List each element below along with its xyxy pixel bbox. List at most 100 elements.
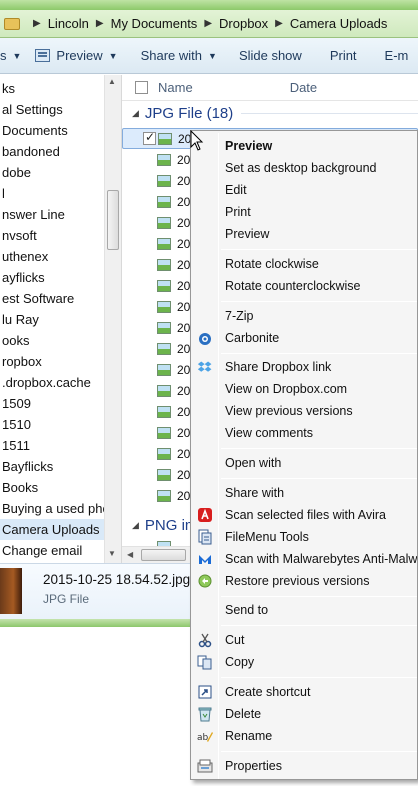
scroll-left-icon[interactable]: ◀ — [127, 550, 133, 559]
breadcrumb-lincoln[interactable]: Lincoln — [48, 16, 89, 31]
sidebar-item[interactable]: lu Ray — [0, 309, 121, 330]
menu-item-scan-avira[interactable]: Scan selected files with Avira — [191, 504, 417, 526]
sidebar-item[interactable]: l — [0, 183, 121, 204]
menu-item-view-comments[interactable]: View comments — [191, 422, 417, 444]
menu-item-rename[interactable]: ab Rename — [191, 725, 417, 747]
avira-icon — [197, 507, 213, 523]
menu-item-scan-malwarebytes[interactable]: Scan with Malwarebytes Anti-Malw — [191, 548, 418, 570]
menu-item-cut[interactable]: Cut — [191, 629, 417, 651]
print-button[interactable]: Print — [330, 48, 357, 63]
sidebar-item[interactable]: al Settings — [0, 99, 121, 120]
menu-item-send-to[interactable]: Send to — [191, 599, 417, 621]
sidebar-item[interactable]: est Software — [0, 288, 121, 309]
menu-item-delete[interactable]: Delete — [191, 703, 417, 725]
slide-show-button[interactable]: Slide show — [239, 48, 302, 63]
menu-item-create-shortcut[interactable]: Create shortcut — [191, 681, 417, 703]
details-filetype: JPG File — [43, 592, 90, 606]
organize-button[interactable]: s ▼ — [0, 48, 21, 63]
mouse-cursor-icon — [190, 130, 204, 151]
menu-item-copy[interactable]: Copy — [191, 651, 417, 673]
menu-item-share-dropbox-link[interactable]: Share Dropbox link — [191, 356, 417, 378]
scrollbar-thumb[interactable] — [141, 549, 186, 561]
breadcrumb-camera-uploads[interactable]: Camera Uploads — [290, 16, 388, 31]
folder-icon — [4, 17, 20, 30]
menu-item-preview-default[interactable]: Preview — [191, 135, 417, 157]
sidebar-item[interactable]: bandoned — [0, 141, 121, 162]
sidebar-item[interactable]: Books — [0, 477, 121, 498]
collapse-triangle-icon[interactable]: ◢ — [132, 520, 139, 531]
sidebar-item[interactable]: 1510 — [0, 414, 121, 435]
menu-item-7zip[interactable]: 7-Zip — [191, 305, 417, 327]
sidebar-item[interactable]: ooks — [0, 330, 121, 351]
menu-item-label: Share with — [225, 486, 285, 500]
scroll-down-icon[interactable]: ▼ — [108, 549, 116, 558]
chevron-right-icon[interactable]: ▶ — [204, 18, 212, 29]
menu-item-open-with[interactable]: Open with — [191, 452, 417, 474]
sidebar-item[interactable]: nvsoft — [0, 225, 121, 246]
menu-item-label: Set as desktop background — [225, 161, 377, 175]
sidebar-item[interactable]: 1509 — [0, 393, 121, 414]
menu-item-set-desktop-background[interactable]: Set as desktop background — [191, 157, 417, 179]
menu-item-filemenu-tools[interactable]: FileMenu Tools — [191, 526, 417, 548]
menu-item-view-previous-versions[interactable]: View previous versions — [191, 400, 417, 422]
sidebar-item[interactable]: Documents — [0, 120, 121, 141]
menu-item-rotate-clockwise[interactable]: Rotate clockwise — [191, 253, 417, 275]
image-file-icon — [157, 300, 171, 313]
email-button[interactable]: E-m — [385, 48, 409, 63]
sidebar-item[interactable]: uthenex — [0, 246, 121, 267]
group-header-jpg[interactable]: ◢ JPG File (18) — [122, 102, 418, 124]
group-divider — [241, 112, 418, 114]
menu-item-properties[interactable]: Properties — [191, 755, 417, 777]
address-bar[interactable]: ▶ Lincoln ▶ My Documents ▶ Dropbox ▶ Cam… — [0, 10, 418, 38]
menu-item-label: Restore previous versions — [225, 574, 370, 588]
select-all-checkbox[interactable] — [135, 81, 148, 94]
chevron-right-icon[interactable]: ▶ — [275, 18, 283, 29]
sidebar-item[interactable]: Camera Uploads — [0, 519, 121, 540]
menu-item-label: Share Dropbox link — [225, 360, 332, 374]
chevron-right-icon[interactable]: ▶ — [96, 18, 104, 29]
menu-item-label: Create shortcut — [225, 685, 311, 699]
menu-item-preview[interactable]: Preview — [191, 223, 417, 245]
menu-item-carbonite[interactable]: Carbonite — [191, 327, 417, 349]
svg-text:ab: ab — [197, 733, 209, 743]
collapse-triangle-icon[interactable]: ◢ — [132, 108, 139, 119]
sidebar-item[interactable]: Change email — [0, 540, 121, 561]
email-label: E-m — [384, 48, 409, 63]
share-with-label: Share with — [140, 48, 203, 63]
sidebar-item[interactable]: .dropbox.cache — [0, 372, 121, 393]
breadcrumb-dropbox[interactable]: Dropbox — [219, 16, 268, 31]
scrollbar-thumb[interactable] — [107, 190, 119, 250]
menu-item-label: Scan with Malwarebytes Anti-Malw — [225, 552, 418, 566]
sidebar-item[interactable]: ayflicks — [0, 267, 121, 288]
image-file-icon — [157, 216, 171, 229]
sidebar-item[interactable]: 1511 — [0, 435, 121, 456]
menu-item-share-with[interactable]: Share with — [191, 482, 417, 504]
menu-item-view-on-dropbox[interactable]: View on Dropbox.com — [191, 378, 417, 400]
chevron-right-icon[interactable]: ▶ — [33, 18, 41, 29]
sidebar-item[interactable]: ropbox — [0, 351, 121, 372]
image-file-icon — [157, 258, 171, 271]
breadcrumb-my-documents[interactable]: My Documents — [111, 16, 198, 31]
dropbox-icon — [197, 359, 213, 375]
file-horizontal-scrollbar[interactable]: ◀ — [122, 546, 192, 563]
menu-item-rotate-counterclockwise[interactable]: Rotate counterclockwise — [191, 275, 417, 297]
menu-separator — [221, 448, 417, 449]
column-name-header[interactable]: Name — [158, 80, 193, 95]
share-with-button[interactable]: Share with ▼ — [141, 48, 217, 63]
image-file-icon — [157, 237, 171, 250]
image-file-icon — [157, 195, 171, 208]
row-checkbox[interactable] — [143, 130, 156, 145]
sidebar-item[interactable]: Buying a used phor — [0, 498, 121, 519]
preview-button[interactable]: Preview ▼ — [35, 48, 118, 63]
image-file-icon — [157, 468, 171, 481]
sidebar-item[interactable]: dobe — [0, 162, 121, 183]
menu-item-print[interactable]: Print — [191, 201, 417, 223]
menu-item-restore-previous-versions[interactable]: Restore previous versions — [191, 570, 417, 592]
sidebar-item[interactable]: ks — [0, 78, 121, 99]
column-date-header[interactable]: Date — [290, 80, 317, 95]
scroll-up-icon[interactable]: ▲ — [108, 77, 116, 86]
sidebar-item[interactable]: nswer Line — [0, 204, 121, 225]
sidebar-item[interactable]: Bayflicks — [0, 456, 121, 477]
menu-item-edit[interactable]: Edit — [191, 179, 417, 201]
nav-scrollbar[interactable]: ▲ ▼ — [104, 75, 121, 563]
